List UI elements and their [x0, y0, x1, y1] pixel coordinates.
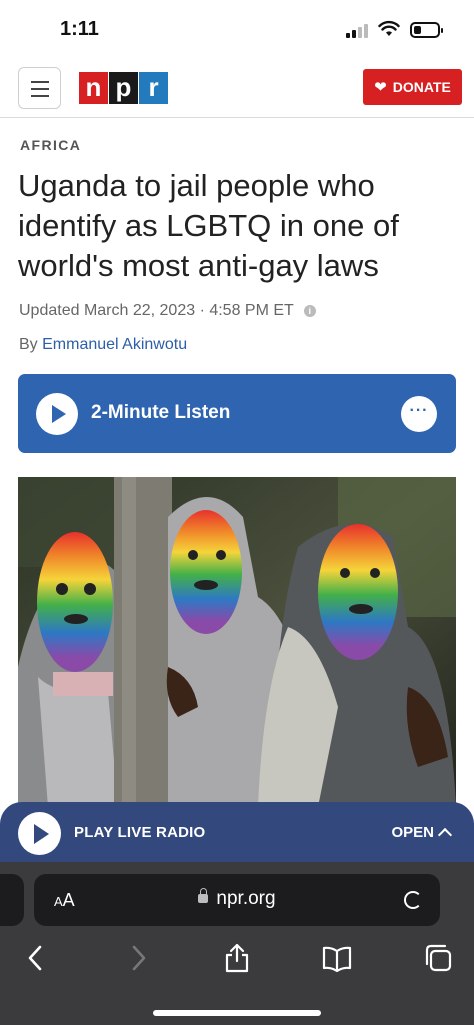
article-photo [18, 477, 456, 807]
dateline: Updated March 22, 2023 · 4:58 PM ET i [19, 302, 316, 320]
info-icon[interactable]: i [303, 305, 316, 317]
reload-icon[interactable] [404, 891, 422, 909]
tabs-icon[interactable] [422, 942, 454, 974]
previous-tab[interactable] [0, 874, 24, 926]
updated-date: Updated March 22, 2023 · 4:58 PM ET [19, 302, 294, 319]
chevron-up-icon [437, 827, 453, 843]
more-options-icon[interactable]: ··· [401, 396, 437, 432]
browser-chrome: AA npr.org [0, 862, 474, 1025]
url-display[interactable]: npr.org [34, 888, 440, 910]
status-time: 1:11 [60, 18, 99, 40]
listen-label: 2-Minute Listen [91, 402, 231, 423]
home-indicator [153, 1010, 321, 1016]
bookmarks-icon[interactable] [321, 942, 353, 974]
lock-icon [198, 888, 209, 903]
live-radio-bar[interactable]: PLAY LIVE RADIO OPEN [0, 802, 474, 866]
back-icon[interactable] [20, 942, 52, 974]
menu-button[interactable] [18, 67, 61, 109]
donate-label: DONATE [392, 79, 451, 95]
live-radio-label: PLAY LIVE RADIO [74, 824, 206, 841]
open-player-button[interactable]: OPEN [391, 824, 453, 843]
forward-icon[interactable] [122, 942, 154, 974]
author-link[interactable]: Emmanuel Akinwotu [42, 336, 187, 353]
battery-level [414, 26, 421, 34]
cellular-signal-icon [346, 24, 372, 38]
battery-icon [410, 22, 443, 38]
logo-letter-n: n [79, 72, 108, 104]
donate-button[interactable]: ❤ DONATE [363, 69, 462, 105]
open-label: OPEN [391, 824, 434, 841]
status-bar: 1:11 [0, 0, 474, 62]
url-text: npr.org [216, 888, 276, 909]
heart-icon: ❤ [374, 78, 387, 96]
play-icon[interactable] [36, 393, 78, 435]
address-bar[interactable]: AA npr.org [34, 874, 440, 926]
hamburger-icon [31, 81, 49, 83]
logo-letter-p: p [109, 72, 138, 104]
listen-bar[interactable]: 2-Minute Listen ··· [18, 374, 456, 453]
headline: Uganda to jail people who identify as LG… [18, 168, 399, 283]
photo-image [18, 477, 456, 807]
play-icon[interactable] [18, 812, 61, 855]
section-label[interactable]: AFRICA [20, 137, 81, 153]
byline-prefix: By [19, 336, 38, 353]
share-icon[interactable] [221, 942, 253, 974]
npr-logo[interactable]: n p r [79, 72, 168, 104]
wifi-icon [378, 20, 400, 36]
logo-letter-r: r [139, 72, 168, 104]
site-header: n p r ❤ DONATE [0, 62, 474, 118]
byline: By Emmanuel Akinwotu [19, 336, 187, 354]
